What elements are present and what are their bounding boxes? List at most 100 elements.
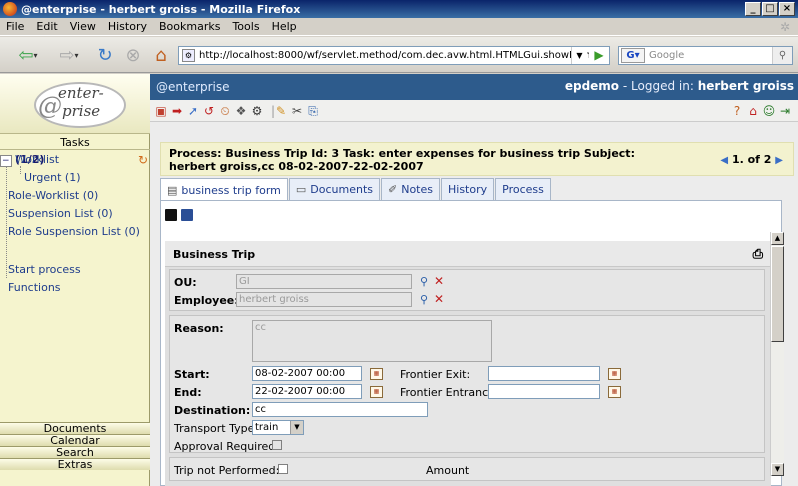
start-label: Start: (174, 368, 210, 381)
forward-task-icon[interactable]: ➡ (170, 104, 184, 118)
note-icon[interactable]: ✎ (274, 104, 288, 118)
trip-not-performed-checkbox[interactable] (278, 464, 288, 474)
frontier-exit-calendar-icon[interactable]: ▦ (608, 368, 621, 380)
go-icon[interactable]: ▶ (589, 47, 609, 64)
attach-icon[interactable]: ❖ (234, 104, 248, 118)
close-window-button[interactable]: × (779, 2, 795, 16)
approval-required-checkbox[interactable] (272, 440, 282, 450)
search-icon[interactable]: ⚲ (772, 47, 792, 64)
form-icon: ▤ (167, 183, 178, 197)
pager: ◀ 1. of 2 ▶ (720, 153, 783, 166)
menu-help[interactable]: Help (272, 20, 297, 33)
tab-content: Business Trip ⎙ OU: GI ⚲ ✕ Employee: her… (160, 200, 782, 486)
frontier-exit-label: Frontier Exit: (400, 368, 471, 381)
start-date-field[interactable]: 08-02-2007 00:00 (252, 366, 362, 381)
clipboard-icon[interactable]: ⎘ (306, 104, 320, 118)
home-app-icon[interactable]: ⌂ (746, 104, 760, 118)
tab-process[interactable]: Process (495, 178, 551, 200)
url-dropdown-icon[interactable]: ▼ (571, 47, 587, 64)
scroll-down-icon[interactable]: ▼ (771, 463, 784, 476)
help-icon[interactable]: ? (730, 104, 744, 118)
end-label: End: (174, 386, 202, 399)
site-identity-icon: ⚙ (182, 49, 195, 62)
tab-business-trip-form[interactable]: ▤ business trip form (160, 178, 288, 201)
chevron-down-icon: ▼ (290, 421, 303, 434)
trip-details-block: Reason: cc Start: 08-02-2007 00:00 ▦ Fro… (169, 315, 765, 453)
nav-extras[interactable]: Extras (0, 458, 150, 471)
reason-textarea[interactable]: cc (252, 320, 492, 362)
process-info-line1: Process: Business Trip Id: 3 Task: enter… (169, 147, 635, 160)
end-calendar-icon[interactable]: ▦ (370, 386, 383, 398)
section-title: Business Trip ⎙ (165, 241, 771, 267)
throbber-icon: ✲ (779, 20, 790, 34)
app-toolbar: ▣ ➡ ➚ ↺ ⏲ ❖ ⚙ | ✎ ✂ ⎘ ? ⌂ ☺ ⇥ (150, 100, 798, 122)
nav-search[interactable]: Search (0, 446, 150, 459)
transport-type-label: Transport Type: (174, 422, 259, 435)
search-engine-icon[interactable]: G▾ (621, 48, 645, 63)
menu-view[interactable]: View (70, 20, 96, 33)
scroll-thumb[interactable] (771, 246, 784, 342)
nav-calendar[interactable]: Calendar (0, 434, 150, 447)
ou-search-icon[interactable]: ⚲ (420, 275, 428, 288)
employee-field[interactable]: herbert groiss (236, 292, 412, 307)
url-bar[interactable]: ⚙ http://localhost:8000/wf/servlet.metho… (178, 46, 610, 65)
next-page-icon[interactable]: ▶ (775, 155, 783, 166)
menu-bookmarks[interactable]: Bookmarks (159, 20, 220, 33)
print-icon[interactable]: ⎙ (753, 247, 763, 262)
delegate-icon[interactable]: ➚ (186, 104, 200, 118)
main-area: @enterprise epdemo - Logged in: herbert … (150, 74, 798, 486)
scroll-up-icon[interactable]: ▲ (771, 232, 784, 245)
business-trip-form: Business Trip ⎙ OU: GI ⚲ ✕ Employee: her… (165, 241, 771, 486)
menu-edit[interactable]: Edit (36, 20, 57, 33)
forward-button[interactable]: ⇨ ▾ (50, 43, 88, 67)
tab-documents[interactable]: ▭ Documents (288, 178, 380, 200)
folder-icon: ▭ (295, 183, 307, 196)
nav-documents[interactable]: Documents (0, 422, 150, 435)
home-icon[interactable]: ⌂ (150, 43, 172, 67)
back-button[interactable]: ⇦ ▾ (8, 43, 48, 67)
reload-icon[interactable]: ↻ (92, 43, 118, 67)
new-task-icon[interactable]: ▣ (154, 104, 168, 118)
menu-history[interactable]: History (108, 20, 147, 33)
process-info-subject: herbert groiss,cc 08-02-2007-22-02-2007 (169, 160, 424, 173)
ou-clear-icon[interactable]: ✕ (434, 274, 444, 288)
maximize-button[interactable]: □ (762, 2, 778, 16)
refresh-worklist-icon[interactable]: ↻ (138, 153, 148, 167)
start-calendar-icon[interactable]: ▦ (370, 368, 383, 380)
prev-page-icon[interactable]: ◀ (720, 155, 728, 166)
frontier-entrance-field[interactable] (488, 384, 600, 399)
sidebar-item-worklist[interactable]: − Worklist (1/2) (0, 153, 59, 167)
save-and-close-icon[interactable] (181, 209, 193, 221)
frontier-exit-field[interactable] (488, 366, 600, 381)
ou-field[interactable]: GI (236, 274, 412, 289)
content-scrollbar[interactable]: ▲ ▼ (770, 232, 784, 476)
save-icon[interactable] (165, 209, 177, 221)
employee-clear-icon[interactable]: ✕ (434, 292, 444, 306)
destination-field[interactable]: cc (252, 402, 428, 417)
search-input[interactable]: G▾ Google ⚲ (618, 46, 793, 65)
menu-tools[interactable]: Tools (232, 20, 259, 33)
settings-icon[interactable]: ⚙ (250, 104, 264, 118)
logout-icon[interactable]: ⇥ (778, 104, 792, 118)
user-info-icon[interactable]: ☺ (762, 104, 776, 118)
search-placeholder: Google (649, 50, 685, 61)
stop-icon[interactable]: ⊗ (120, 43, 146, 67)
tab-bar: ▤ business trip form ▭ Documents ✐ Notes Hi… (160, 178, 552, 201)
sidebar: enter- @ prise Tasks − Worklist (1/2) ↻ … (0, 74, 150, 486)
frontier-entrance-calendar-icon[interactable]: ▦ (608, 386, 621, 398)
navigation-toolbar: ⇦ ▾ ⇨ ▾ ↻ ⊗ ⌂ ⚙ http://localhost:8000/wf/s… (0, 37, 798, 73)
undo-icon[interactable]: ↺ (202, 104, 216, 118)
suspend-icon[interactable]: ⏲ (218, 104, 232, 118)
cut-icon[interactable]: ✂ (290, 104, 304, 118)
tab-history[interactable]: History (441, 178, 495, 200)
menu-file[interactable]: File (6, 20, 24, 33)
tab-notes[interactable]: ✐ Notes (381, 178, 440, 200)
end-date-field[interactable]: 22-02-2007 00:00 (252, 384, 362, 399)
destination-label: Destination: (174, 404, 251, 417)
url-text: http://localhost:8000/wf/servlet.method/… (199, 50, 609, 61)
minimize-button[interactable]: _ (745, 2, 761, 16)
app-brand: @enterprise (156, 80, 230, 94)
transport-type-select[interactable]: train ▼ (252, 420, 304, 435)
firefox-icon (3, 2, 17, 16)
employee-search-icon[interactable]: ⚲ (420, 293, 428, 306)
